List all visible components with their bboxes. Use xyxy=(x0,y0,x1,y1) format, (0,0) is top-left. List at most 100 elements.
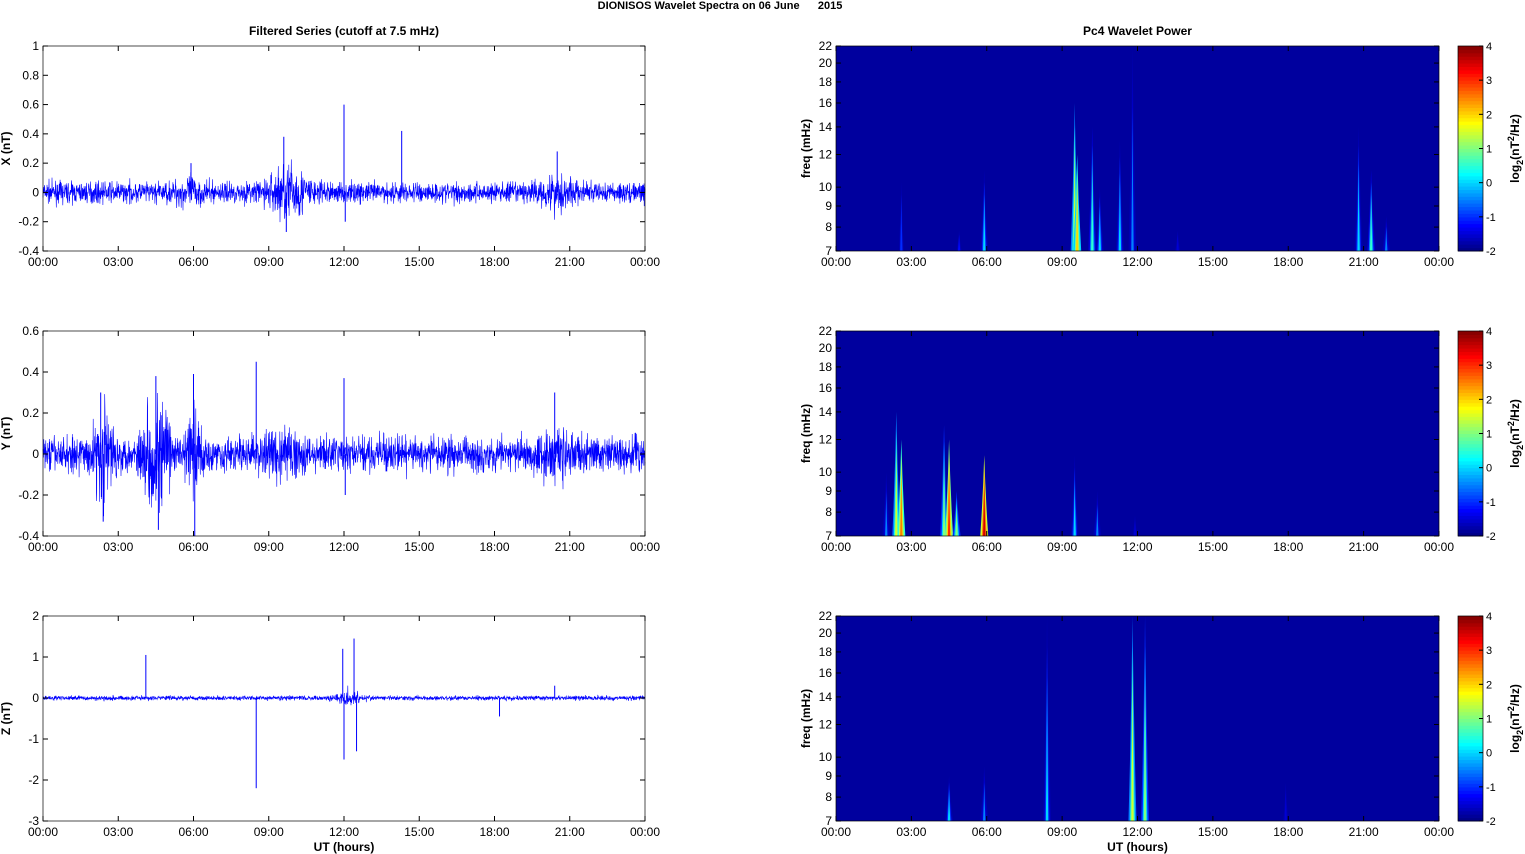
colorbar-segment xyxy=(1458,639,1483,644)
colorbar-segment xyxy=(1458,97,1483,102)
colorbar-segment xyxy=(1458,616,1483,620)
colorbar-segment xyxy=(1458,358,1483,363)
x-tick-label: 18:00 xyxy=(479,825,509,839)
colorbar-segment xyxy=(1458,399,1483,404)
figure-title: DIONISOS Wavelet Spectra on 06 June 2015 xyxy=(597,0,843,12)
colorbar-segment xyxy=(1458,406,1483,411)
x-tick-label: 00:00 xyxy=(1424,825,1454,839)
colorbar-segment xyxy=(1458,138,1483,143)
colorbar-segment xyxy=(1458,491,1483,496)
colorbar-segment xyxy=(1458,385,1483,390)
y-tick-label: 20 xyxy=(819,56,833,70)
colorbar-segment xyxy=(1458,117,1483,122)
x-tick-label: 03:00 xyxy=(896,540,926,554)
colorbar-segment xyxy=(1458,505,1483,510)
y-tick-label: 14 xyxy=(819,690,833,704)
colorbar-segment xyxy=(1458,46,1483,50)
colorbar-segment xyxy=(1458,698,1483,702)
x-tick-label: 21:00 xyxy=(555,255,585,269)
colorbar-segment xyxy=(1458,667,1483,672)
colorbar-segment xyxy=(1458,711,1483,716)
y-tick-label: -1 xyxy=(28,732,39,746)
y-axis-label: Y (nT) xyxy=(0,417,13,451)
colorbar-segment xyxy=(1458,460,1483,465)
colorbar-segment xyxy=(1458,124,1483,129)
colorbar-segment xyxy=(1458,752,1483,757)
colorbar-segment xyxy=(1458,107,1483,112)
colorbar-segment xyxy=(1458,508,1483,513)
y-tick-label: 7 xyxy=(825,244,832,258)
colorbar-segment xyxy=(1458,416,1483,421)
colorbar-segment xyxy=(1458,216,1483,221)
colorbar-segment xyxy=(1458,512,1483,516)
x-tick-label: 12:00 xyxy=(1122,540,1152,554)
y-tick-label: -3 xyxy=(28,814,39,828)
y-tick-label: 20 xyxy=(819,626,833,640)
y-tick-label: 1 xyxy=(32,650,39,664)
x-tick-label: 15:00 xyxy=(1198,255,1228,269)
colorbar-segment xyxy=(1458,128,1483,132)
colorbar-segment xyxy=(1458,629,1483,634)
colorbar-segment xyxy=(1458,739,1483,743)
colorbar-segment xyxy=(1458,660,1483,665)
colorbar-segment xyxy=(1458,141,1483,146)
colorbar-segment xyxy=(1458,392,1483,397)
colorbar-segment xyxy=(1458,756,1483,760)
y-tick-label: 7 xyxy=(825,814,832,828)
colorbar-segment xyxy=(1458,240,1483,245)
colorbar: -2 -1 0 1 2 3 4 log2(nT2/Hz) xyxy=(1457,326,1525,543)
colorbar-segment xyxy=(1458,233,1483,238)
colorbar-segment xyxy=(1458,121,1483,126)
colorbar-segment xyxy=(1458,426,1483,431)
y-tick-label: 10 xyxy=(819,180,833,194)
x-axis-label: UT (hours) xyxy=(314,840,375,854)
colorbar-segment xyxy=(1458,653,1483,658)
colorbar-tick-label: 3 xyxy=(1486,645,1492,657)
colorbar-segment xyxy=(1458,732,1483,737)
colorbar-segment xyxy=(1458,443,1483,448)
colorbar-segment xyxy=(1458,807,1483,812)
colorbar-segment xyxy=(1458,708,1483,713)
colorbar-label: log2(nT2/Hz) xyxy=(1506,399,1525,468)
y-tick-label: 8 xyxy=(825,505,832,519)
colorbar-segment xyxy=(1458,450,1483,455)
colorbar-segment xyxy=(1458,742,1483,747)
colorbar-tick-label: 2 xyxy=(1486,679,1492,691)
colorbar-segment xyxy=(1458,230,1483,235)
colorbar-tick-label: 1 xyxy=(1486,429,1492,441)
colorbar: -2 -1 0 1 2 3 4 log2(nT2/Hz) xyxy=(1457,611,1525,828)
spectrogram-panel-1: Pc4 Wavelet Power-2-101234log2(nT2/Hz)00… xyxy=(799,24,1525,269)
x-tick-label: 06:00 xyxy=(178,540,208,554)
x-tick-label: 09:00 xyxy=(1047,255,1077,269)
colorbar-segment xyxy=(1458,66,1483,71)
x-tick-label: 09:00 xyxy=(254,255,284,269)
x-tick-label: 06:00 xyxy=(972,825,1002,839)
colorbar-segment xyxy=(1458,797,1483,801)
colorbar-segment xyxy=(1458,691,1483,696)
y-tick-label: 1 xyxy=(32,39,39,53)
x-tick-label: 21:00 xyxy=(1349,540,1379,554)
colorbar-segment xyxy=(1458,457,1483,462)
y-tick-label: 8 xyxy=(825,220,832,234)
y-axis-label: freq (mHz) xyxy=(799,119,813,178)
y-tick-label: 0.2 xyxy=(22,406,39,420)
x-tick-label: 12:00 xyxy=(1122,825,1152,839)
x-tick-label: 18:00 xyxy=(1273,825,1303,839)
colorbar-segment xyxy=(1458,372,1483,376)
colorbar-segment xyxy=(1458,735,1483,740)
colorbar-segment xyxy=(1458,762,1483,767)
colorbar-segment xyxy=(1458,643,1483,648)
colorbar-segment xyxy=(1458,636,1483,641)
y-tick-label: -0.2 xyxy=(18,215,39,229)
colorbar-segment xyxy=(1458,348,1483,352)
colorbar-segment xyxy=(1458,69,1483,74)
colorbar-segment xyxy=(1458,447,1483,452)
colorbar-tick-label: 2 xyxy=(1486,394,1492,406)
colorbar-segment xyxy=(1458,684,1483,689)
y-tick-label: 9 xyxy=(825,769,832,783)
colorbar-segment xyxy=(1458,481,1483,486)
colorbar-segment xyxy=(1458,776,1483,781)
spectrogram-panel-2: -2-101234log2(nT2/Hz)00:00 03:00 06:00 09:0… xyxy=(799,324,1525,554)
colorbar-segment xyxy=(1458,368,1483,373)
y-tick-label: 0 xyxy=(32,185,39,199)
